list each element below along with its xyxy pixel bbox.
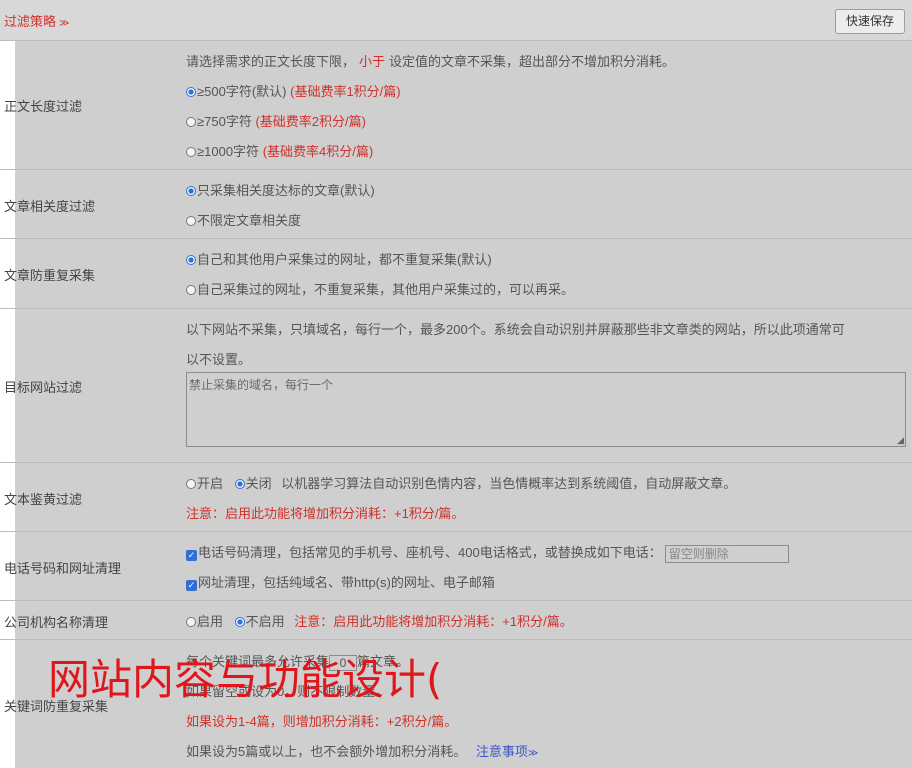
option-label: ≥500字符(默认) [197, 84, 287, 99]
row-porn-filter: 文本鉴黄过滤 开启 关闭 以机器学习算法自动识别色情内容，当色情概率达到系统阈值… [0, 463, 912, 532]
porn-filter-note: 注意：启用此功能将增加积分消耗：+1积分/篇。 [186, 506, 465, 521]
radio-unchecked[interactable] [186, 117, 196, 127]
option-label: 网址清理，包括纯域名、带http(s)的网址、电子邮箱 [198, 575, 495, 590]
option-label: 只采集相关度达标的文章(默认) [197, 183, 375, 198]
resize-grip-icon[interactable]: ◢ [897, 436, 904, 445]
length-filter-description: 请选择需求的正文长度下限， 小于 设定值的文章不采集，超出部分不增加积分消耗。 [186, 51, 675, 70]
desc-suffix: 设定值的文章不采集，超出部分不增加积分消耗。 [389, 54, 676, 69]
phone-clean-option: ✓ 电话号码清理，包括常见的手机号、座机号、400电话格式，或替换成如下电话： 留空… [186, 542, 789, 563]
checkbox-checked[interactable]: ✓ [186, 580, 197, 591]
row-label: 文章防重复采集 [4, 268, 96, 283]
org-name-options: 启用 不启用 注意：启用此功能将增加积分消耗：+1积分/篇。 [186, 611, 573, 630]
option-label: 自己采集过的网址，不重复采集，其他用户采集过的，可以再采。 [197, 282, 575, 297]
row-label: 电话号码和网址清理 [4, 561, 122, 576]
option-rate: (基础费率2积分/篇) [255, 114, 366, 129]
double-chevron-down-icon[interactable]: ≫ [528, 748, 538, 759]
desc-prefix: 请选择需求的正文长度下限， [186, 54, 356, 69]
radio-checked[interactable] [234, 479, 245, 489]
option-label: 不限定文章相关度 [197, 213, 302, 228]
radio-unchecked[interactable] [186, 147, 196, 157]
notes-link-label: 注意事项 [475, 744, 528, 759]
url-clean-option: ✓ 网址清理，包括纯域名、带http(s)的网址、电子邮箱 [186, 572, 495, 591]
replacement-phone-input[interactable]: 留空则删除 [664, 545, 789, 563]
double-chevron-down-icon[interactable]: ≫ [59, 18, 69, 29]
option-rate: (基础费率1积分/篇) [290, 84, 401, 99]
keyword-line4-text: 如果设为5篇或以上，也不会额外增加积分消耗。 [186, 744, 467, 759]
porn-filter-on[interactable]: 开启 [186, 476, 223, 491]
blocked-domains-textarea[interactable]: 禁止采集的域名，每行一个 ◢ [186, 372, 906, 447]
row-length-filter: 正文长度过滤 请选择需求的正文长度下限， 小于 设定值的文章不采集，超出部分不增加积… [0, 40, 912, 170]
radio-unchecked[interactable] [186, 216, 196, 226]
site-filter-desc-line1: 以下网站不采集，只填域名，每行一个，最多200个。系统会自动识别并屏蔽那些非文章… [186, 322, 845, 337]
row-phone-url: 电话号码和网址清理 ✓ 电话号码清理，包括常见的手机号、座机号、400电话格式，或… [0, 532, 912, 601]
radio-checked[interactable] [186, 186, 196, 196]
dedupe-option-all[interactable]: 自己和其他用户采集过的网址，都不重复采集(默认) [186, 249, 492, 268]
org-name-note: 注意：启用此功能将增加积分消耗：+1积分/篇。 [294, 614, 573, 629]
section-title-text: 过滤策略 [4, 14, 57, 29]
porn-filter-description: 以机器学习算法自动识别色情内容，当色情概率达到系统阈值，自动屏蔽文章。 [281, 476, 737, 491]
porn-filter-off[interactable]: 关闭 [234, 476, 272, 491]
option-label: 开启 [197, 476, 224, 491]
option-rate: (基础费率4积分/篇) [262, 144, 374, 159]
row-org-name: 公司机构名称清理 启用 不启用 注意：启用此功能将增加积分消耗：+1积分/篇。 [0, 601, 912, 640]
radio-checked[interactable] [186, 255, 196, 265]
org-name-disable[interactable]: 不启用 [234, 614, 285, 629]
radio-unchecked[interactable] [186, 479, 196, 489]
length-option-1000[interactable]: ≥1000字符 (基础费率4积分/篇) [186, 141, 373, 160]
quick-save-button[interactable]: 快速保存 [835, 9, 905, 34]
option-label: 关闭 [245, 476, 272, 491]
row-label: 正文长度过滤 [4, 99, 83, 114]
row-label: 目标网站过滤 [4, 380, 83, 395]
dedupe-option-self[interactable]: 自己采集过的网址，不重复采集，其他用户采集过的，可以再采。 [186, 279, 574, 298]
section-title[interactable]: 过滤策略 ≫ [4, 11, 69, 30]
option-label: ≥1000字符 [197, 144, 260, 159]
notes-link[interactable]: 注意事项≫ [476, 744, 538, 759]
row-dedupe: 文章防重复采集 自己和其他用户采集过的网址，都不重复采集(默认) 自己采集过的网… [0, 239, 912, 309]
relevance-option-any[interactable]: 不限定文章相关度 [186, 210, 301, 229]
relevance-option-strict[interactable]: 只采集相关度达标的文章(默认) [186, 180, 375, 199]
keyword-line3: 如果设为1-4篇，则增加积分消耗：+2积分/篇。 [186, 714, 458, 729]
row-label: 文章相关度过滤 [4, 199, 96, 214]
row-relevance: 文章相关度过滤 只采集相关度达标的文章(默认) 不限定文章相关度 [0, 170, 912, 239]
option-label: 电话号码清理，包括常见的手机号、座机号、400电话格式，或替换成如下电话： [198, 545, 662, 560]
option-label: 启用 [197, 614, 224, 629]
radio-unchecked[interactable] [186, 617, 196, 627]
row-label: 公司机构名称清理 [4, 615, 109, 630]
keyword-line4: 如果设为5篇或以上，也不会额外增加积分消耗。 注意事项≫ [186, 741, 538, 760]
section-header: 过滤策略 ≫ 快速保存 [0, 0, 912, 41]
porn-filter-options: 开启 关闭 以机器学习算法自动识别色情内容，当色情概率达到系统阈值，自动屏蔽文章… [186, 473, 736, 492]
watermark-caption: 网站内容与功能设计( [48, 655, 443, 704]
textarea-placeholder: 禁止采集的域名，每行一个 [189, 378, 334, 392]
radio-checked[interactable] [186, 87, 196, 97]
option-label: 自己和其他用户采集过的网址，都不重复采集(默认) [197, 252, 492, 267]
radio-checked[interactable] [234, 617, 245, 627]
option-label: ≥750字符 [197, 114, 252, 129]
option-label: 不启用 [245, 614, 285, 629]
org-name-enable[interactable]: 启用 [186, 614, 223, 629]
checkbox-checked[interactable]: ✓ [186, 550, 197, 561]
length-option-750[interactable]: ≥750字符 (基础费率2积分/篇) [186, 111, 366, 130]
site-filter-desc-line2: 以不设置。 [186, 352, 252, 367]
length-option-500[interactable]: ≥500字符(默认) (基础费率1积分/篇) [186, 81, 401, 100]
row-label: 文本鉴黄过滤 [4, 492, 83, 507]
desc-highlight: 小于 [359, 54, 386, 69]
radio-unchecked[interactable] [186, 285, 196, 295]
